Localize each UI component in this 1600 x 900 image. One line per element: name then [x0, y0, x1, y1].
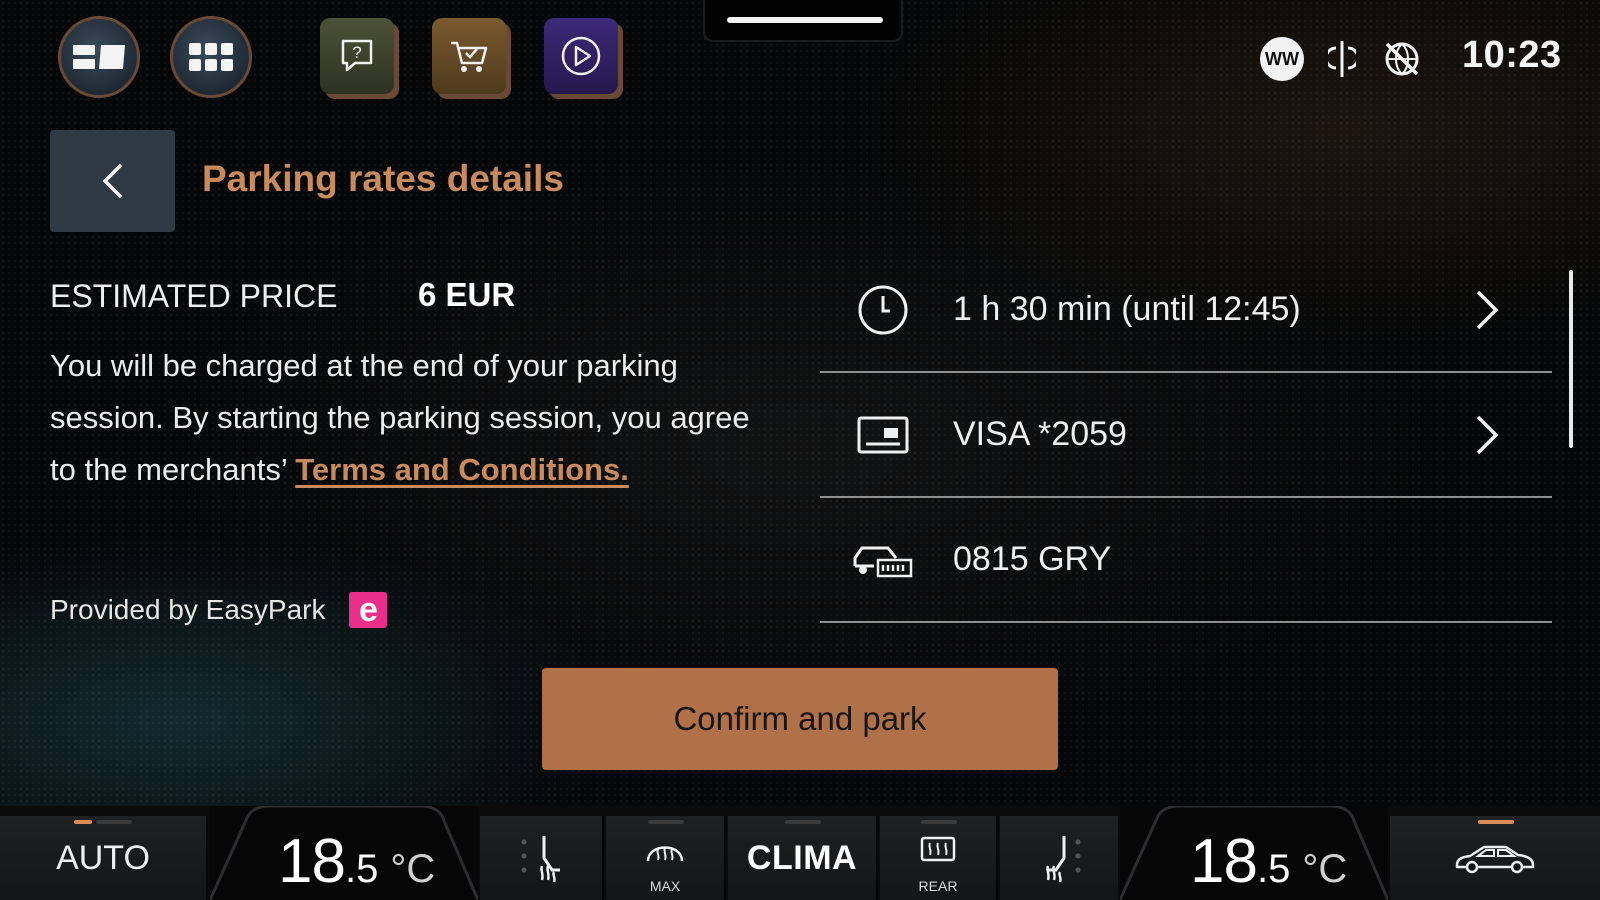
card-icon	[852, 406, 914, 464]
vehicle-settings-button[interactable]	[1390, 816, 1600, 900]
svg-text:?: ?	[352, 43, 361, 62]
notification-handle[interactable]	[703, 0, 903, 42]
provider-label: Provided by EasyPark	[50, 594, 326, 625]
split-view-button[interactable]	[58, 16, 140, 98]
parking-details-list: 1 h 30 min (until 12:45) VISA *2059 0815…	[820, 248, 1552, 623]
auto-indicator-off	[96, 820, 132, 824]
auto-indicator	[74, 820, 92, 824]
provider-info: Provided by EasyPark e	[50, 592, 388, 628]
clima-menu-button[interactable]: CLIMA	[728, 816, 878, 900]
vehicle-plate-value: 0815 GRY	[953, 540, 1112, 578]
auto-label: AUTO	[56, 838, 150, 877]
rear-defrost-button[interactable]: REAR	[880, 816, 998, 900]
split-view-icon	[73, 45, 125, 69]
rear-defrost-icon	[920, 836, 956, 862]
clima-indicator	[785, 820, 821, 824]
clock: 10:23	[1462, 34, 1562, 76]
list-item-vehicle: 0815 GRY	[820, 498, 1552, 623]
app-grid-button[interactable]	[170, 16, 252, 98]
no-internet-globe-icon	[1385, 42, 1419, 76]
back-button[interactable]	[50, 130, 175, 232]
payment-value: VISA *2059	[953, 415, 1127, 453]
estimated-price-label: ESTIMATED PRICE	[50, 278, 338, 314]
scrollbar[interactable]	[1569, 270, 1573, 448]
terms-link[interactable]: Terms and Conditions.	[295, 452, 629, 487]
left-temperature: 18.5 °C	[278, 826, 435, 897]
help-app-button[interactable]: ?	[320, 18, 394, 94]
shopping-cart-icon	[451, 41, 488, 72]
car-plate-icon	[852, 531, 914, 589]
duration-value: 1 h 30 min (until 12:45)	[953, 290, 1301, 328]
left-temp-whole: 18	[278, 827, 346, 896]
right-temp-whole: 18	[1190, 827, 1258, 896]
handle-bar	[727, 17, 883, 23]
chevron-right-icon	[1476, 415, 1499, 455]
defrost-max-label: MAX	[649, 878, 681, 894]
auto-climate-button[interactable]: AUTO	[0, 816, 208, 900]
seat-heat-icon	[1046, 836, 1081, 883]
wireless-charging-icon	[1328, 41, 1356, 77]
list-item-duration[interactable]: 1 h 30 min (until 12:45)	[820, 248, 1552, 373]
charge-description: You will be charged at the end of your p…	[50, 340, 770, 496]
defrost-indicator	[648, 820, 684, 824]
right-temperature: 18.5 °C	[1190, 826, 1347, 897]
rear-defrost-indicator	[921, 820, 957, 824]
store-app-button[interactable]	[432, 18, 506, 94]
list-item-payment[interactable]: VISA *2059	[820, 373, 1552, 498]
right-temp-unit: °C	[1302, 847, 1348, 891]
max-defrost-button[interactable]: MAX	[606, 816, 726, 900]
clima-label: CLIMA	[746, 838, 858, 877]
media-app-button[interactable]	[544, 18, 618, 94]
page-title: Parking rates details	[202, 158, 564, 199]
right-temp-decimal: .5	[1256, 847, 1291, 891]
help-chat-icon: ?	[341, 39, 373, 72]
chevron-left-icon	[102, 163, 122, 199]
left-temp-unit: °C	[390, 847, 436, 891]
app-grid-icon	[189, 43, 233, 71]
estimated-price-value: 6 EUR	[418, 276, 516, 313]
play-circle-icon	[561, 36, 601, 76]
seat-heat-icon	[521, 836, 560, 883]
chevron-right-icon	[1476, 290, 1499, 330]
screen: ? WW 10:23 Parking rates details ESTIMAT…	[0, 0, 1600, 900]
right-temperature-control[interactable]: 18.5 °C	[1120, 806, 1388, 900]
connectivity-indicator	[1382, 34, 1422, 84]
rear-defrost-label: REAR	[918, 878, 958, 894]
clock-icon	[852, 281, 914, 339]
easypark-logo: e	[349, 592, 388, 628]
status-badge: WW	[1260, 34, 1304, 84]
confirm-and-park-button[interactable]: Confirm and park	[542, 668, 1058, 770]
passenger-seat-heat-button[interactable]	[1000, 816, 1118, 900]
ww-badge: WW	[1260, 37, 1304, 81]
driver-seat-heat-button[interactable]	[480, 816, 604, 900]
car-icon	[1455, 845, 1535, 874]
left-temperature-control[interactable]: 18.5 °C	[210, 806, 478, 900]
climate-bar: AUTO 18.5 °C MAX CLIMA REAR 18.5 °C	[0, 806, 1600, 900]
front-defrost-icon	[646, 846, 684, 862]
wireless-charging-indicator	[1328, 34, 1356, 84]
left-temp-decimal: .5	[344, 847, 379, 891]
vehicle-indicator	[1478, 820, 1514, 824]
